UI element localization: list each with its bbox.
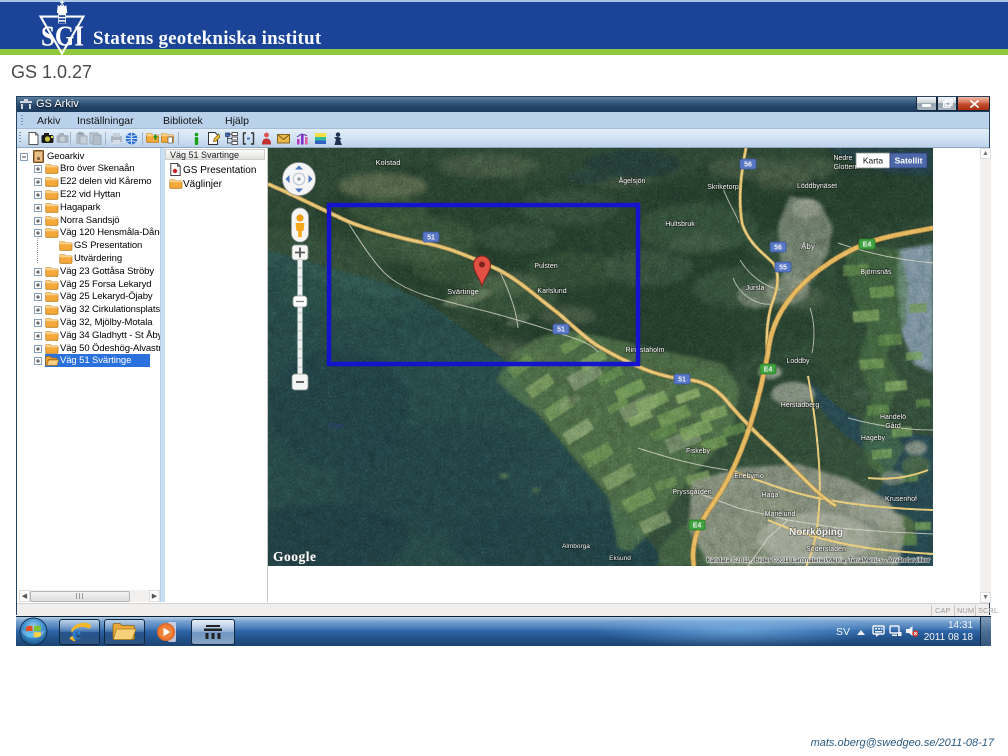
svg-text:Kartdata ©2011 , Bilder ©2011: Kartdata ©2011 , Bilder ©2011 Lantmäteri… [707,557,930,564]
svg-text:e: e [72,623,81,645]
svg-text:Satellit: Satellit [895,156,923,166]
svg-text:Karta: Karta [863,156,884,166]
svg-text:SGI: SGI [41,22,84,53]
svg-text:Google: Google [273,549,317,564]
